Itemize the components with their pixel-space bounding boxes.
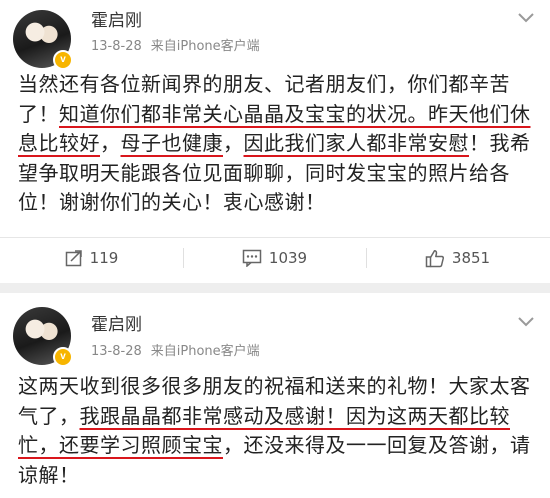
verified-badge-icon: v xyxy=(53,347,73,367)
post-meta: 13-8-28 来自iPhone客户端 xyxy=(91,340,260,359)
thumbs-up-icon xyxy=(425,249,444,267)
post-source: 来自iPhone客户端 xyxy=(150,39,260,54)
post-text: 当然还有各位新闻界的朋友、记者朋友们，你们都辛苦了！知道你们都非常关心晶晶及宝宝… xyxy=(18,70,538,218)
comment-button[interactable]: 1039 xyxy=(183,238,366,278)
post-date: 13-8-28 xyxy=(91,344,142,359)
post-meta: 13-8-28 来自iPhone客户端 xyxy=(91,35,260,54)
comment-icon xyxy=(242,249,262,267)
like-button[interactable]: 3851 xyxy=(366,238,549,278)
author-avatar[interactable]: v xyxy=(13,10,73,70)
post-date: 13-8-28 xyxy=(91,39,142,54)
chevron-down-icon[interactable] xyxy=(516,10,536,24)
comment-count: 1039 xyxy=(268,249,308,267)
author-name[interactable]: 霍启刚 xyxy=(91,6,142,31)
underlined-text: 还要学习照顾宝宝 xyxy=(59,433,223,457)
verified-badge-icon: v xyxy=(53,50,73,70)
author-name[interactable]: 霍启刚 xyxy=(91,310,142,335)
action-bar: 119 1039 3851 xyxy=(0,237,550,278)
underlined-text: 因此我们家人都非常安慰 xyxy=(243,131,469,155)
chevron-down-icon[interactable] xyxy=(516,314,536,328)
author-avatar[interactable]: v xyxy=(13,307,73,367)
text-segment: ， xyxy=(223,131,244,155)
repost-button[interactable]: 119 xyxy=(0,238,183,278)
like-count: 3851 xyxy=(451,249,491,267)
underlined-text: 知道你们都非常关心晶晶及宝宝的状况。 xyxy=(59,101,428,126)
underlined-text: 母子也健康 xyxy=(120,131,223,155)
text-segment: ， xyxy=(100,131,121,155)
post-text: 这两天收到很多很多朋友的祝福和送来的礼物！大家太客气了，我跟晶晶都非常感动及感谢… xyxy=(18,372,538,490)
repost-icon xyxy=(65,250,82,267)
weibo-post-2: v 霍启刚 13-8-28 来自iPhone客户端 这两天收到很多很多朋友的祝福和… xyxy=(0,293,550,498)
weibo-post-1: v 霍启刚 13-8-28 来自iPhone客户端 当然还有各位新闻界的朋友、记者… xyxy=(0,0,550,283)
repost-count: 119 xyxy=(89,249,119,267)
underlined-text: 我跟晶晶都非常感动及感谢！ xyxy=(79,403,346,428)
post-source: 来自iPhone客户端 xyxy=(150,344,260,359)
